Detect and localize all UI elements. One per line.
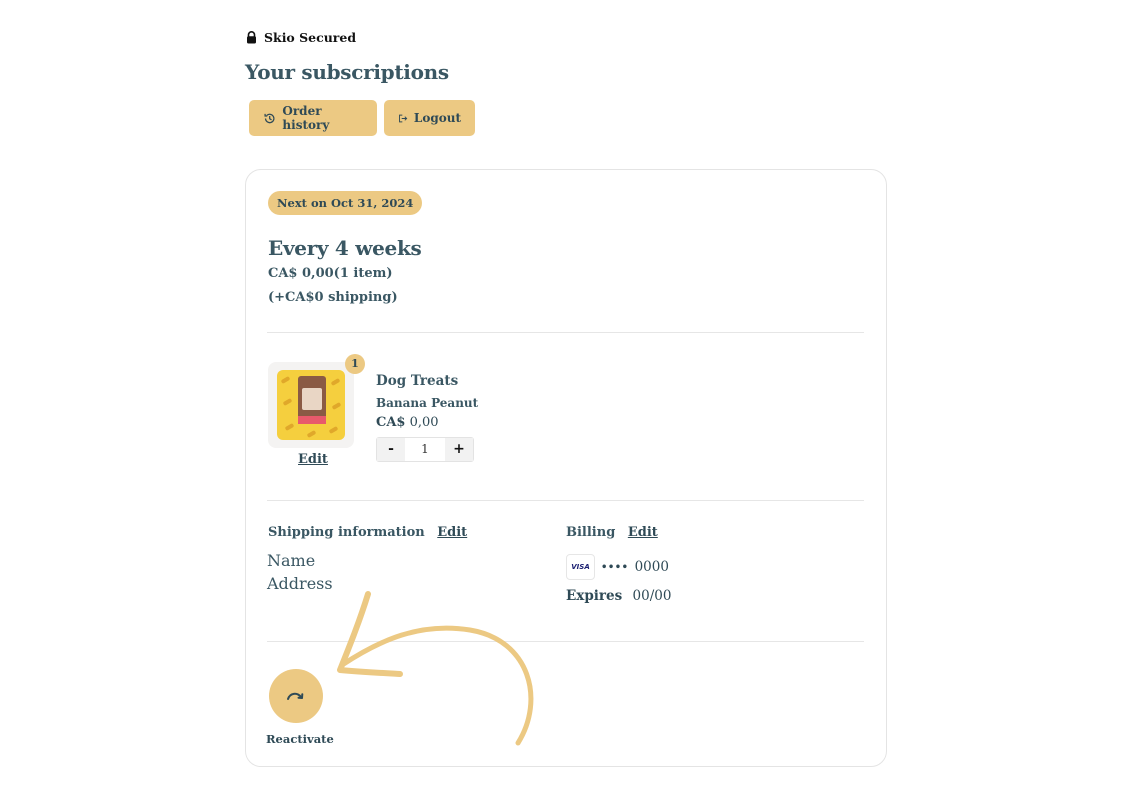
shipping-address: Address — [267, 574, 333, 593]
shipping-summary: (+CA$0 shipping) — [268, 290, 398, 305]
divider — [267, 641, 864, 642]
divider — [267, 332, 864, 333]
quantity-stepper: - 1 + — [376, 437, 474, 462]
logout-button[interactable]: Logout — [384, 100, 475, 136]
expires-value: 00/00 — [632, 588, 672, 604]
payment-card: VISA •••• 0000 — [566, 554, 669, 580]
edit-billing-link[interactable]: Edit — [628, 525, 658, 540]
subscription-card: Next on Oct 31, 2024 Every 4 weeks CA$ 0… — [245, 169, 887, 767]
card-last4: 0000 — [634, 559, 669, 575]
edit-product-link[interactable]: Edit — [298, 452, 328, 467]
product-variant: Banana Peanut — [376, 396, 479, 410]
edit-shipping-link[interactable]: Edit — [437, 525, 467, 540]
price-amount: 0,00 — [409, 415, 439, 430]
shipping-name: Name — [267, 551, 316, 570]
card-masked-digits: •••• — [601, 561, 629, 573]
product-price: CA$ 0,00 — [376, 415, 439, 430]
item-quantity-badge: 1 — [345, 354, 365, 374]
order-history-label: Order history — [282, 104, 330, 132]
billing-heading: Billing Edit — [566, 525, 658, 540]
product-name: Dog Treats — [376, 373, 459, 389]
history-icon — [264, 113, 275, 123]
visa-card-icon: VISA — [566, 554, 595, 580]
quantity-value[interactable]: 1 — [405, 438, 445, 461]
reactivate-label: Reactivate — [266, 732, 334, 746]
next-order-badge: Next on Oct 31, 2024 — [268, 191, 423, 215]
product-thumbnail — [268, 362, 354, 448]
increment-button[interactable]: + — [445, 438, 473, 461]
logout-icon — [399, 114, 408, 122]
subscription-frequency: Every 4 weeks — [268, 236, 422, 260]
secured-indicator: Skio Secured — [246, 30, 356, 45]
price-summary: CA$ 0,00(1 item) — [268, 266, 393, 281]
decrement-button[interactable]: - — [377, 438, 405, 461]
product-image — [277, 370, 345, 440]
price-currency: CA$ — [376, 415, 406, 430]
reactivate-button[interactable] — [269, 669, 323, 723]
shipping-heading: Shipping information Edit — [268, 525, 467, 540]
page-title: Your subscriptions — [245, 60, 449, 84]
expires-label: Expires — [566, 588, 623, 604]
divider — [267, 500, 864, 501]
secured-label: Skio Secured — [264, 30, 357, 45]
lock-icon — [247, 31, 256, 44]
redo-arrow-icon — [287, 692, 304, 700]
billing-title: Billing — [566, 525, 616, 540]
logout-label: Logout — [413, 111, 461, 125]
shipping-title: Shipping information — [268, 525, 425, 540]
order-history-button[interactable]: Order history — [249, 100, 377, 136]
card-expiry: Expires 00/00 — [566, 588, 671, 604]
